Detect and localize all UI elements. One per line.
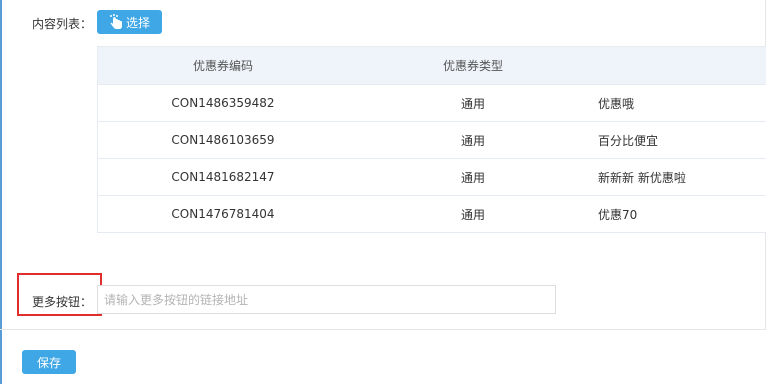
header-coupon-code: 优惠券编码 [192,59,253,73]
content-list-label: 内容列表： [32,17,93,31]
cell-coupon-type: 通用 [460,133,485,148]
save-button[interactable]: 保存 [22,350,76,374]
cell-coupon-type: 通用 [460,96,485,111]
cell-coupon-name: 百分比便宜 [598,133,659,148]
table-row: CON1476781404 通用 优惠70 [98,196,766,233]
coupon-config-page: 内容列表： 选择 优惠券编码 优惠券类型 CON1486359482 通用 优惠… [0,0,766,384]
header-coupon-name [598,47,766,84]
cell-coupon-code: CON1476781404 [171,207,275,221]
cell-coupon-name: 新新新 新优惠啦 [598,170,686,185]
table-row: CON1486103659 通用 百分比便宜 [98,122,766,159]
cell-coupon-code: CON1486103659 [171,133,275,147]
table-header: 优惠券编码 优惠券类型 [98,47,766,85]
cell-coupon-type: 通用 [460,207,485,222]
select-button[interactable]: 选择 [97,10,162,34]
header-coupon-type: 优惠券类型 [442,59,503,73]
cell-coupon-type: 通用 [460,170,485,185]
more-button-link-input[interactable] [97,285,556,314]
cell-coupon-name: 优惠哦 [598,96,635,111]
cell-coupon-code: CON1481682147 [171,170,275,184]
cell-coupon-code: CON1486359482 [171,96,275,110]
select-button-label: 选择 [125,15,150,30]
table-row: CON1486359482 通用 优惠哦 [98,85,766,122]
hand-pointer-icon [109,14,123,30]
left-edge-line [0,0,2,384]
cell-coupon-name: 优惠70 [598,207,638,222]
more-button-label: 更多按钮： [32,295,93,309]
coupon-table: 优惠券编码 优惠券类型 CON1486359482 通用 优惠哦 CON1486… [97,46,766,233]
table-row: CON1481682147 通用 新新新 新优惠啦 [98,159,766,196]
footer-divider [0,329,766,330]
